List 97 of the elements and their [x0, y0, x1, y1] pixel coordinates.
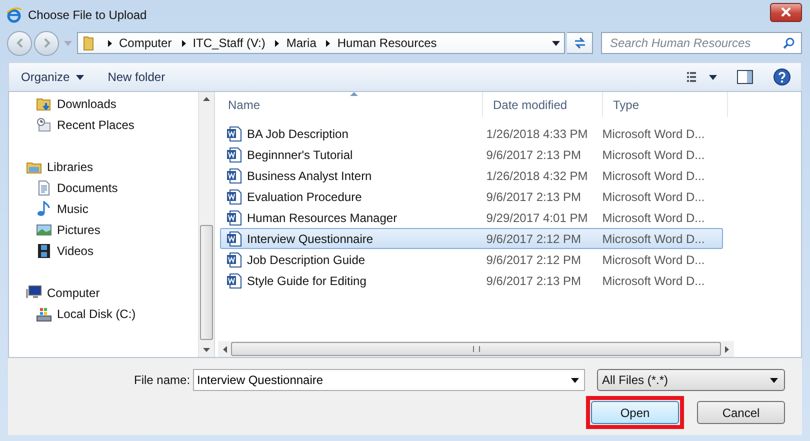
breadcrumb-item[interactable]: Human Resources: [337, 36, 437, 50]
file-row[interactable]: Business Analyst Intern 1/26/2018 4:32 PM Microsoft Word D...: [220, 165, 723, 186]
date-modified: 9/29/2017 4:01 PM: [486, 210, 588, 224]
search-icon: [783, 37, 795, 49]
scroll-left-icon[interactable]: [223, 346, 227, 352]
file-type: Microsoft Word D...: [602, 274, 705, 288]
date-modified: 9/6/2017 2:13 PM: [486, 190, 582, 204]
horizontal-scrollbar[interactable]: [218, 341, 734, 357]
breadcrumb-arrow-icon[interactable]: [182, 40, 186, 46]
sidebar-item[interactable]: Pictures: [9, 219, 198, 240]
caret-icon: [76, 74, 84, 80]
new-folder-button[interactable]: New folder: [102, 68, 172, 86]
pane-icon: [737, 70, 753, 84]
word-document-icon: [226, 230, 242, 246]
word-document-icon: [226, 126, 242, 142]
file-name: BA Job Description: [247, 126, 348, 140]
organize-menu-button[interactable]: Organize: [15, 68, 90, 86]
word-document-icon: [226, 272, 242, 288]
sidebar-item[interactable]: Documents: [9, 177, 198, 198]
sidebar-item[interactable]: Downloads: [9, 93, 198, 114]
computer-icon: [26, 284, 42, 300]
refresh-button[interactable]: [567, 32, 593, 54]
column-header[interactable]: Name: [218, 92, 483, 117]
vertical-scrollbar[interactable]: [198, 92, 214, 357]
recent-places-icon: [36, 116, 52, 132]
word-document-icon: [226, 210, 242, 226]
sidebar-item[interactable]: Libraries: [9, 156, 198, 177]
file-type: Microsoft Word D...: [602, 126, 705, 140]
file-name-label: File name:: [134, 373, 187, 387]
browser-logo-icon: [6, 7, 22, 23]
sidebar-item[interactable]: Computer: [9, 282, 198, 303]
file-name: Job Description Guide: [247, 252, 366, 266]
file-type: Microsoft Word D...: [602, 148, 705, 162]
breadcrumb-arrow-icon[interactable]: [326, 40, 330, 46]
file-type: Microsoft Word D...: [602, 210, 705, 224]
address-bar[interactable]: Computer ITC_Staff (V:) Maria Human Resources: [77, 32, 565, 54]
list-view-icon: [687, 71, 717, 83]
breadcrumb-item[interactable]: ITC_Staff (V:): [192, 36, 266, 50]
file-type-dropdown[interactable]: All Files (*.*): [597, 369, 785, 391]
search-field[interactable]: Search Human Resources: [601, 32, 802, 54]
document-icon: [36, 180, 52, 196]
file-name: Beginnner's Tutorial: [247, 148, 353, 162]
file-type: Microsoft Word D...: [602, 168, 705, 182]
word-document-icon: [226, 252, 242, 268]
date-modified: 1/26/2018 4:33 PM: [486, 126, 588, 140]
file-name-field[interactable]: Interview Questionnaire: [193, 369, 585, 391]
scroll-down-icon[interactable]: [203, 348, 210, 352]
dropdown-caret-icon[interactable]: [571, 378, 579, 383]
file-row[interactable]: Style Guide for Editing 9/6/2017 2:13 PM Microsoft Word D...: [220, 270, 723, 291]
word-document-icon: [226, 188, 242, 204]
cancel-button[interactable]: Cancel: [697, 401, 785, 424]
date-modified: 9/6/2017 2:12 PM: [486, 232, 582, 246]
sidebar-item[interactable]: Local Disk (C:): [9, 303, 198, 324]
downloads-folder-icon: [36, 96, 52, 112]
music-note-icon: [36, 200, 52, 216]
file-row[interactable]: Job Description Guide 9/6/2017 2:12 PM Microsoft Word D...: [220, 249, 723, 270]
file-name: Human Resources Manager: [247, 210, 398, 224]
file-name: Business Analyst Intern: [247, 168, 372, 182]
file-row[interactable]: Human Resources Manager 9/29/2017 4:01 PM Microsoft Word D...: [220, 207, 723, 228]
sidebar-item[interactable]: Videos: [9, 240, 198, 261]
dropdown-caret-icon[interactable]: [552, 40, 560, 46]
scroll-right-icon[interactable]: [725, 346, 729, 352]
close-icon: [781, 7, 791, 17]
help-icon: [773, 68, 791, 86]
scroll-up-icon[interactable]: [203, 97, 210, 101]
refresh-arrows-icon: [572, 36, 586, 50]
breadcrumb-arrow-icon[interactable]: [108, 40, 112, 46]
word-document-icon: [226, 168, 242, 184]
hard-disk-icon: [36, 306, 52, 322]
breadcrumb-item[interactable]: Computer: [119, 36, 172, 50]
file-row[interactable]: Interview Questionnaire 9/6/2017 2:12 PM Microsoft Word D...: [220, 228, 723, 249]
breadcrumb-arrow-icon[interactable]: [275, 40, 280, 46]
date-modified: 9/6/2017 2:12 PM: [486, 252, 582, 266]
file-row[interactable]: BA Job Description 1/26/2018 4:33 PM Microsoft Word D...: [220, 123, 723, 144]
film-strip-icon: [36, 242, 52, 258]
file-name: Interview Questionnaire: [247, 232, 374, 246]
file-row[interactable]: Beginnner's Tutorial 9/6/2017 2:13 PM Microsoft Word D...: [220, 144, 723, 165]
window-title: Choose File to Upload: [28, 8, 148, 22]
sidebar-item[interactable]: Recent Places: [9, 114, 198, 135]
file-row[interactable]: Evaluation Procedure 9/6/2017 2:13 PM Microsoft Word D...: [220, 186, 723, 207]
word-document-icon: [226, 146, 242, 162]
column-header[interactable]: Date modified: [483, 92, 603, 117]
file-type: Microsoft Word D...: [602, 190, 705, 204]
date-modified: 1/26/2018 4:32 PM: [486, 168, 588, 182]
file-type: Microsoft Word D...: [602, 232, 705, 246]
file-name: Evaluation Procedure: [247, 190, 362, 204]
date-modified: 9/6/2017 2:13 PM: [486, 274, 582, 288]
open-button[interactable]: Open: [591, 401, 679, 424]
close-button[interactable]: [770, 2, 802, 22]
file-name: Style Guide for Editing: [247, 274, 366, 288]
file-type: Microsoft Word D...: [602, 252, 705, 266]
date-modified: 9/6/2017 2:13 PM: [486, 148, 582, 162]
breadcrumb-item[interactable]: Maria: [286, 36, 316, 50]
column-header[interactable]: Type: [603, 92, 728, 117]
landscape-picture-icon: [36, 222, 52, 238]
sidebar-item[interactable]: Music: [9, 198, 198, 219]
caret-icon: [770, 378, 778, 382]
